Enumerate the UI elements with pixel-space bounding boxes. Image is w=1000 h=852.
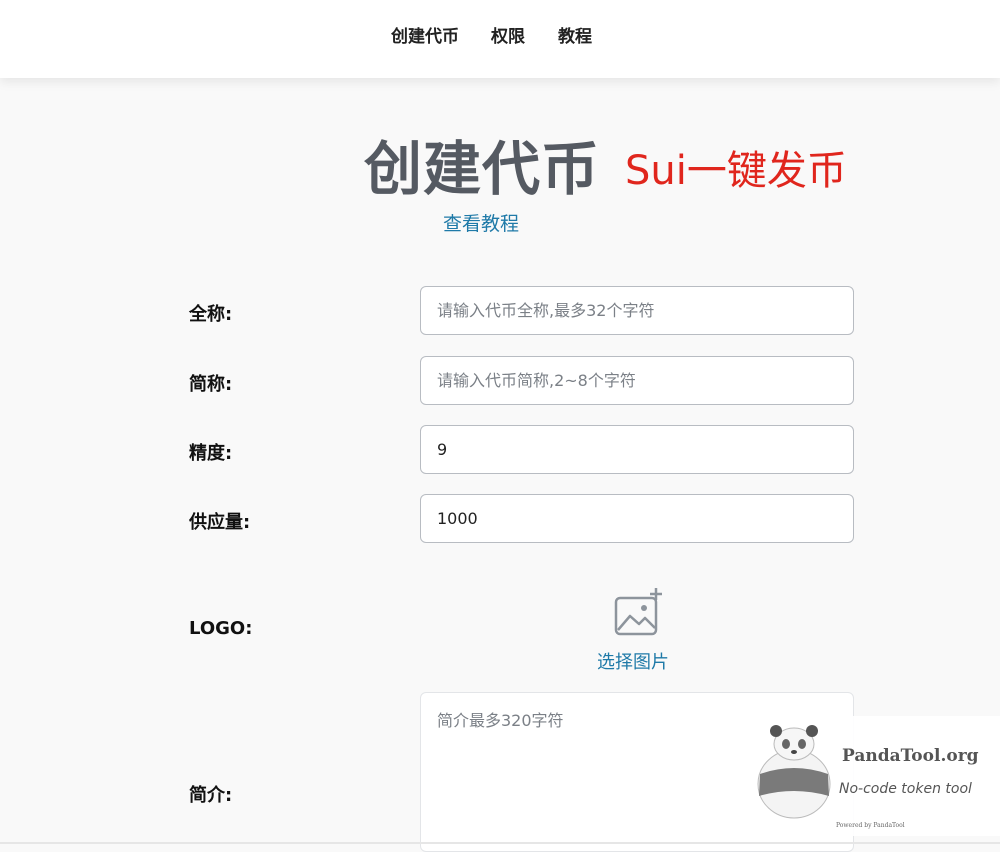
watermark-powered-by: Powered by PandaTool (836, 822, 905, 829)
supply-label: 供应量: (189, 512, 251, 533)
symbol-label: 简称: (189, 374, 233, 395)
nav-item-tutorial[interactable]: 教程 (558, 22, 592, 47)
fullname-label: 全称: (189, 304, 233, 325)
image-add-icon (614, 588, 662, 636)
logo-label: LOGO: (189, 618, 253, 639)
logo-picker-button[interactable]: 选择图片 (597, 586, 677, 673)
page-title: 创建代币 (364, 135, 601, 203)
decimals-input[interactable] (420, 425, 854, 474)
fullname-input[interactable] (420, 286, 854, 335)
nav-item-permissions[interactable]: 权限 (491, 22, 525, 47)
symbol-input[interactable] (420, 356, 854, 405)
page-subtitle: Sui一键发币 (625, 148, 847, 194)
pandatool-watermark: PandaTool.org No-code token tool Powered… (744, 716, 1000, 836)
description-label: 简介: (189, 785, 233, 806)
watermark-subtitle: No-code token tool (839, 781, 972, 797)
decimals-label: 精度: (189, 443, 233, 464)
watermark-title: PandaTool.org (842, 746, 979, 766)
panda-logo-icon (757, 725, 831, 819)
nav-item-create-token[interactable]: 创建代币 (391, 22, 459, 47)
supply-input[interactable] (420, 494, 854, 543)
view-tutorial-link[interactable]: 查看教程 (443, 209, 519, 236)
choose-image-label: 选择图片 (597, 652, 669, 673)
top-navigation: 创建代币 权限 教程 (0, 0, 1000, 78)
